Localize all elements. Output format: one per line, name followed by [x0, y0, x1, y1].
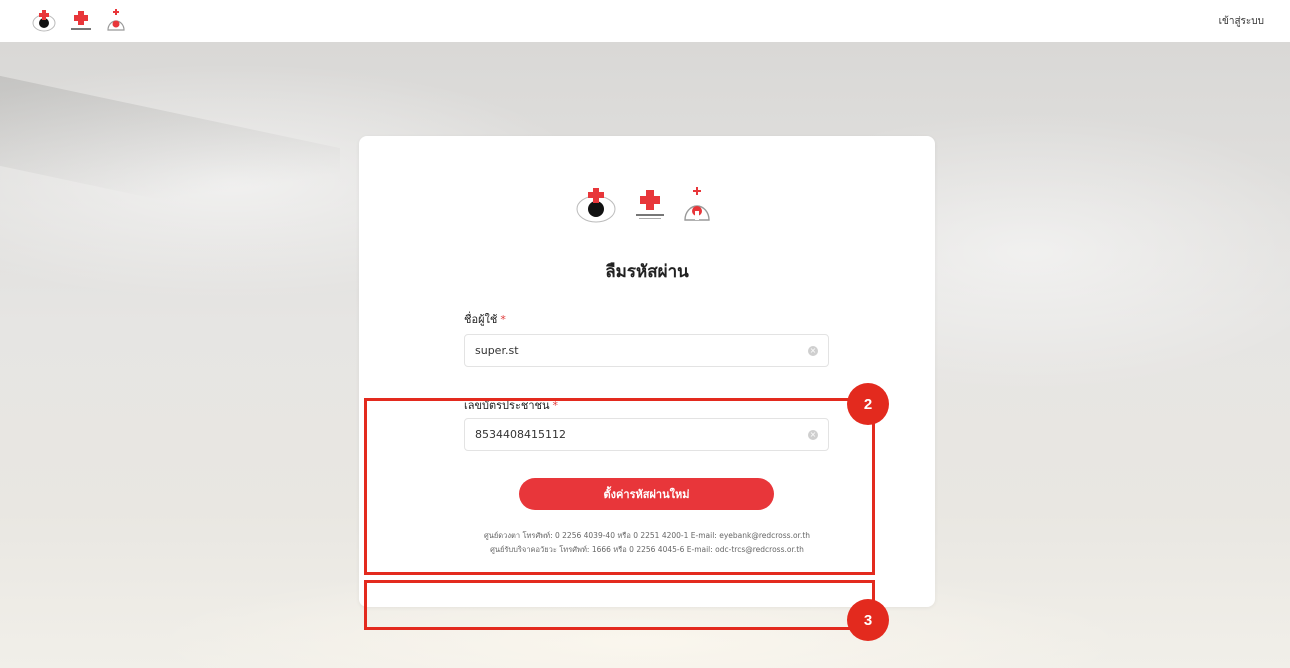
- highlight-box-3: [364, 580, 875, 630]
- login-link[interactable]: เข้าสู่ระบบ: [1219, 14, 1264, 29]
- background-streak: [0, 75, 340, 239]
- eye-bank-logo-icon: [32, 10, 56, 32]
- header-logos: [30, 8, 128, 34]
- eye-bank-logo-icon: [576, 188, 616, 223]
- organ-donation-logo-icon: [107, 9, 125, 31]
- page-title: ลืมรหัสผ่าน: [605, 262, 689, 282]
- annotation-badge-3: 3: [847, 599, 889, 641]
- red-cross-logo-icon: [636, 190, 664, 219]
- top-bar: เข้าสู่ระบบ: [0, 0, 1290, 42]
- card-logos: [573, 186, 713, 224]
- username-input[interactable]: [464, 334, 829, 367]
- annotation-badge-2: 2: [847, 383, 889, 425]
- red-cross-logo-icon: [71, 11, 91, 30]
- clear-icon[interactable]: ×: [808, 346, 818, 356]
- username-label-text: ชื่อผู้ใช้: [464, 313, 498, 326]
- organ-donation-logo-icon: [684, 187, 710, 221]
- username-label: ชื่อผู้ใช้ *: [464, 310, 506, 328]
- highlight-box-2: [364, 398, 875, 575]
- required-mark: *: [500, 313, 506, 326]
